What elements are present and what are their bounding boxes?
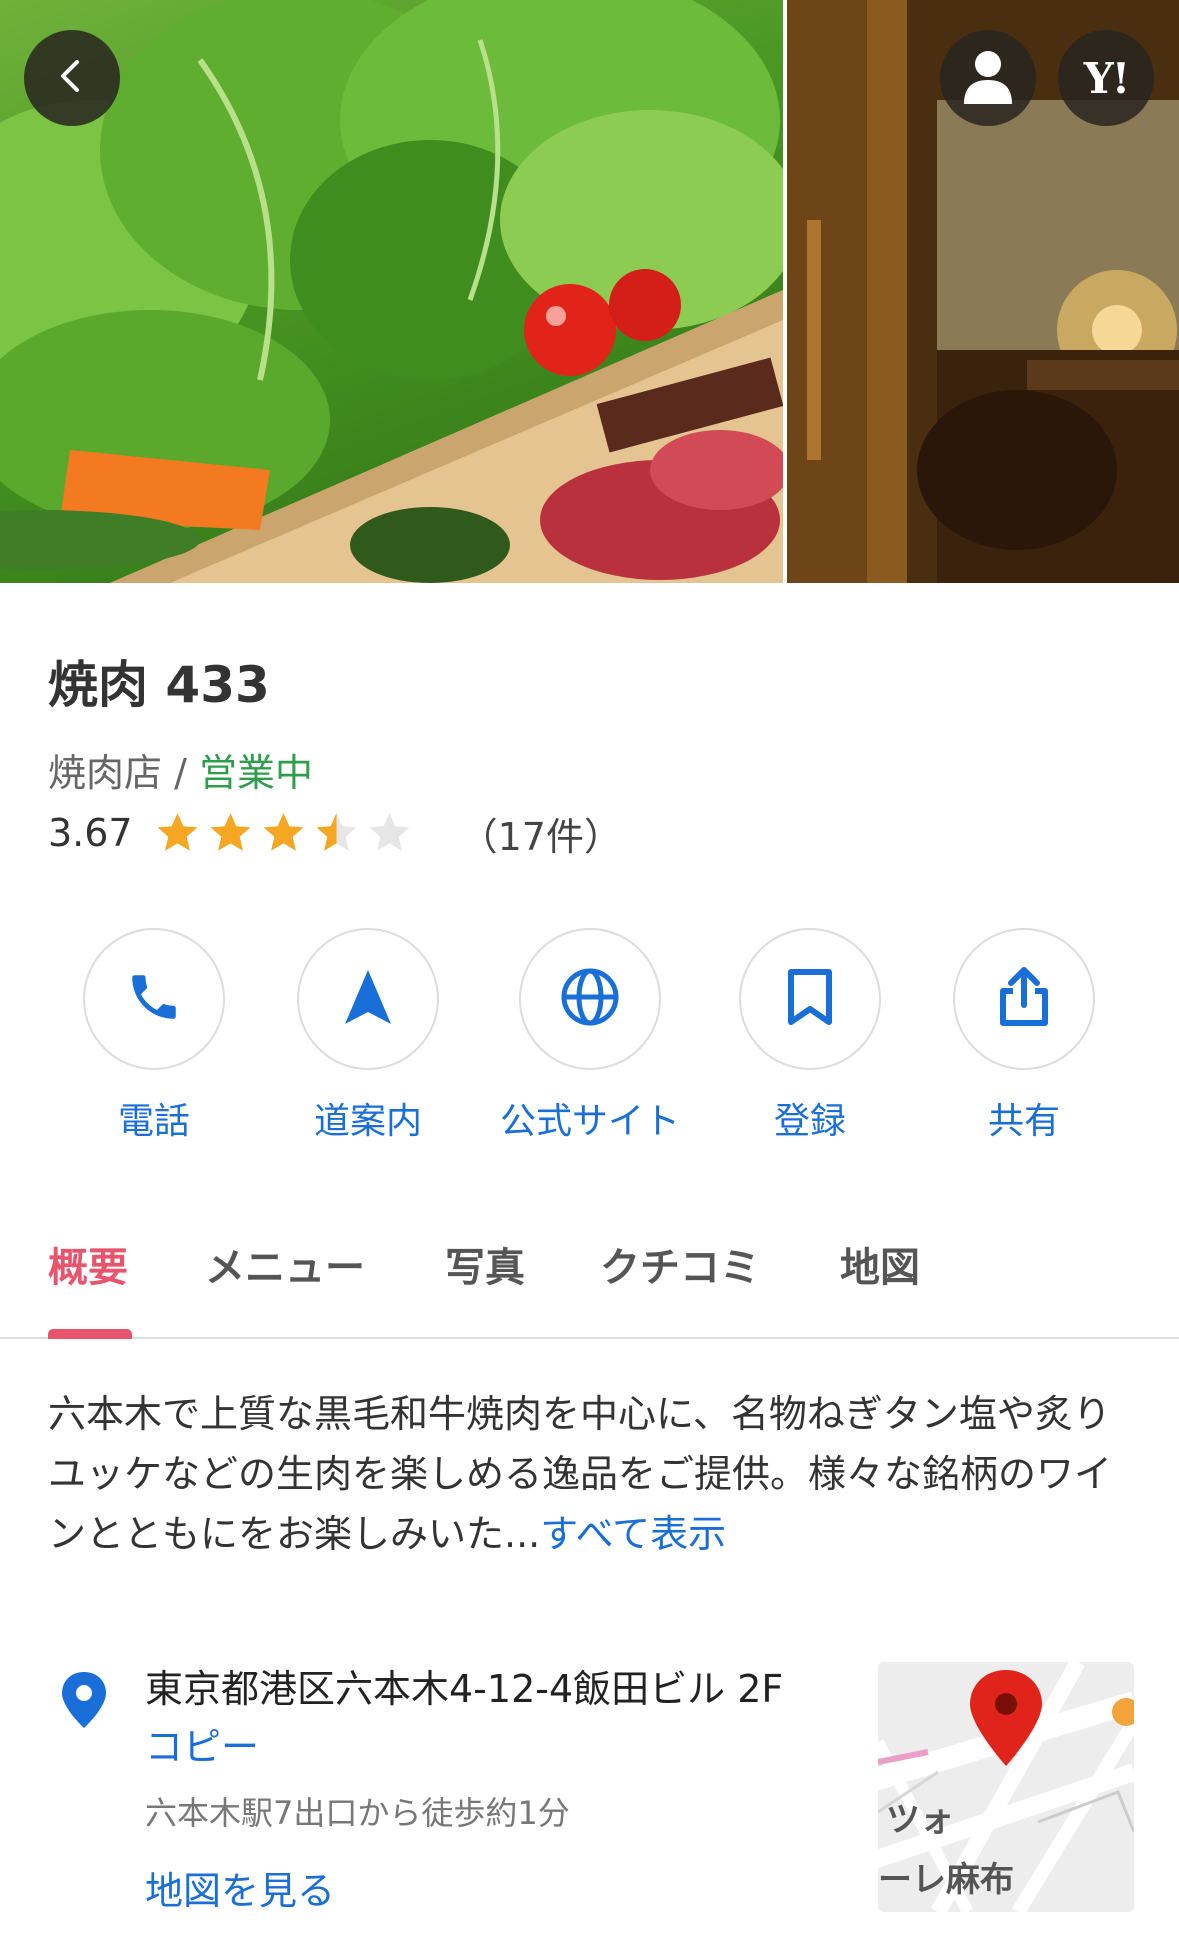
globe-icon (560, 967, 620, 1031)
open-status: 営業中 (198, 751, 313, 795)
tab-bar: 概要 メニュー 写真 クチコミ 地図 (0, 1225, 1179, 1339)
map-label-2: ーレ麻布 (878, 1860, 1014, 1900)
description: 六本木で上質な黒毛和牛焼肉を中心に、名物ねぎタン塩や炙りユッケなどの生肉を楽しめ… (48, 1384, 1128, 1564)
user-icon (962, 48, 1014, 108)
place-category: 焼肉店 (48, 751, 163, 795)
yahoo-button[interactable]: Y! (1058, 30, 1154, 126)
call-button-circle[interactable] (83, 928, 225, 1070)
show-all-link[interactable]: すべて表示 (540, 1512, 726, 1556)
bookmark-icon (787, 969, 833, 1029)
call-label: 電話 (117, 1101, 190, 1142)
place-name: 焼肉 433 (48, 656, 270, 714)
yahoo-logo: Y! (1083, 53, 1130, 103)
star-icon (263, 813, 304, 851)
share-label: 共有 (987, 1101, 1060, 1142)
separator: / (162, 751, 199, 795)
tab-overview[interactable]: 概要 (48, 1235, 128, 1293)
save-button[interactable]: 登録 (720, 928, 900, 1144)
rating-value: 3.67 (48, 811, 133, 855)
share-button[interactable]: 共有 (934, 928, 1114, 1144)
star-icon (157, 813, 198, 851)
tab-photos[interactable]: 写真 (445, 1235, 525, 1293)
category-status-line: 焼肉店 / 営業中 (48, 742, 313, 797)
rating-row[interactable]: 3.67 （17件） (48, 806, 622, 861)
website-button-circle[interactable] (519, 928, 661, 1070)
tab-map[interactable]: 地図 (840, 1235, 920, 1293)
star-icon (210, 813, 251, 851)
access-info: 六本木駅7出口から徒歩約1分 (145, 1794, 570, 1832)
share-icon (998, 967, 1050, 1031)
star-empty-icon (369, 813, 410, 851)
directions-button[interactable]: 道案内 (278, 928, 458, 1144)
chevron-left-icon (52, 56, 92, 100)
map-label-1: ツォ (886, 1800, 954, 1840)
address-text: 東京都港区六本木4-12-4飯田ビル 2F (145, 1667, 784, 1711)
website-button[interactable]: 公式サイト (500, 928, 680, 1144)
share-button-circle[interactable] (953, 928, 1095, 1070)
star-half-icon (316, 813, 357, 851)
tab-menu[interactable]: メニュー (205, 1235, 365, 1293)
phone-icon (125, 968, 183, 1030)
navigation-arrow-icon (343, 968, 393, 1030)
directions-label: 道案内 (313, 1101, 422, 1142)
save-button-circle[interactable] (739, 928, 881, 1070)
action-buttons: 電話 道案内 公式サイト 登録 共有 (0, 928, 1179, 1148)
save-label: 登録 (773, 1101, 846, 1142)
active-tab-indicator (48, 1329, 132, 1339)
copy-address-link[interactable]: コピー (145, 1716, 259, 1771)
hero-photos[interactable]: Y! (0, 0, 1179, 583)
view-map-link[interactable]: 地図を見る (145, 1860, 335, 1915)
back-button[interactable] (24, 30, 120, 126)
review-count[interactable]: （17件） (460, 806, 622, 861)
call-button[interactable]: 電話 (64, 928, 244, 1144)
directions-button-circle[interactable] (297, 928, 439, 1070)
mini-map-thumbnail[interactable]: ツォ ーレ麻布 (878, 1662, 1134, 1912)
account-button[interactable] (940, 30, 1036, 126)
tab-reviews[interactable]: クチコミ (600, 1235, 760, 1293)
star-rating (151, 809, 416, 857)
location-pin-icon (58, 1670, 110, 1730)
website-label: 公式サイト (500, 1101, 681, 1142)
